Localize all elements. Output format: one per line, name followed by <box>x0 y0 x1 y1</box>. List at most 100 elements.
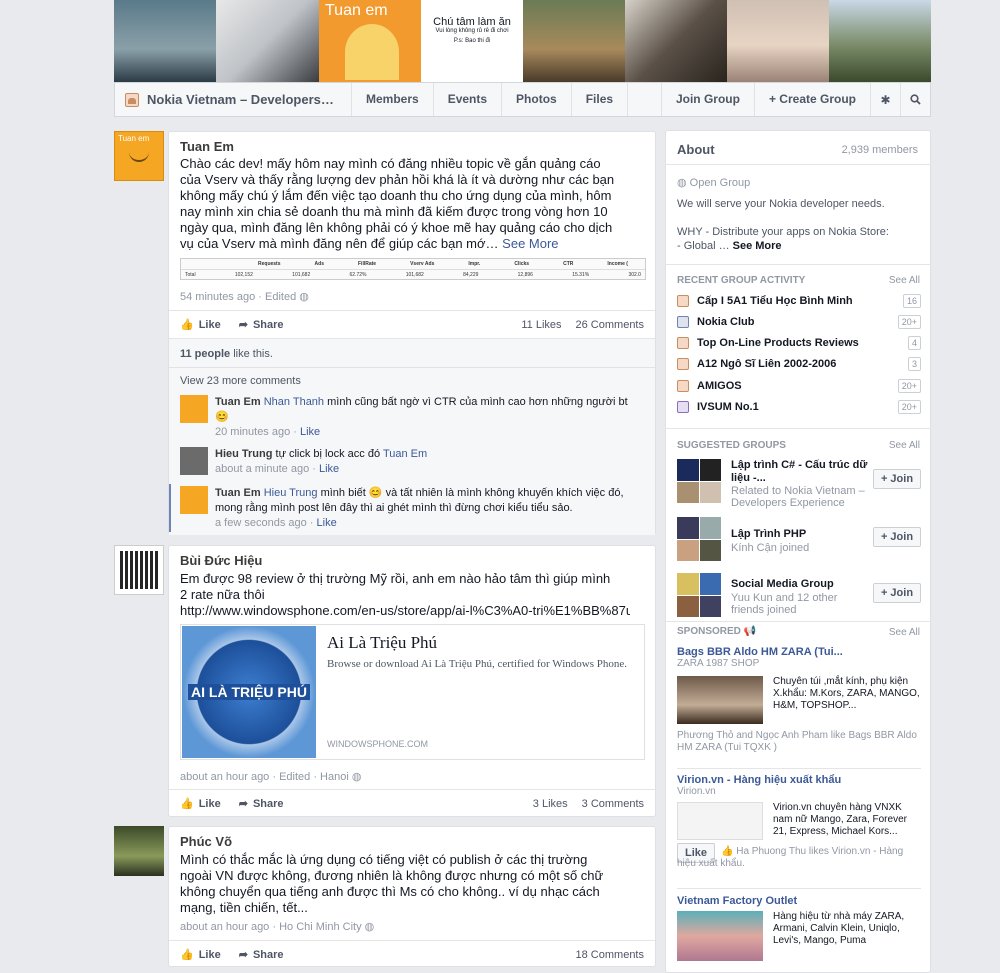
gear-icon[interactable]: ✱ <box>870 83 900 116</box>
view-more-comments[interactable]: View 23 more comments <box>180 375 301 387</box>
member-count[interactable]: 2,939 members <box>842 144 918 156</box>
comment-avatar[interactable] <box>180 447 208 475</box>
post-author[interactable]: Phúc Võ <box>180 834 232 849</box>
comment-author[interactable]: Tuan Em <box>215 396 261 408</box>
avatar[interactable] <box>114 545 164 595</box>
see-all-link[interactable]: See All <box>889 627 920 638</box>
likes-count[interactable]: 3 Likes <box>533 798 568 810</box>
comment-like[interactable]: Like <box>319 463 339 475</box>
comment-avatar[interactable] <box>180 395 208 423</box>
table-header-cell: FillRate <box>358 261 377 267</box>
sponsored-ad[interactable]: Bags BBR Aldo HM ZARA (Tui... ZARA 1987 … <box>677 646 921 753</box>
post-link[interactable]: http://www.windowsphone.com/en-us/store/… <box>180 603 630 619</box>
group-thumbnails[interactable] <box>677 459 721 503</box>
people-like-count[interactable]: 11 people <box>180 348 230 360</box>
comment-author[interactable]: Tuan Em <box>215 487 261 499</box>
like-button[interactable]: 👍 Like <box>180 797 221 811</box>
table-cell: 15.31% <box>572 272 590 278</box>
group-nav-bar: Nokia Vietnam – Developers… Members Even… <box>114 82 931 117</box>
comment: Hieu Trung tự click bị lock acc đó Tuan … <box>180 447 640 477</box>
activity-count-badge: 3 <box>907 357 921 371</box>
comment-time[interactable]: about a minute ago <box>215 463 309 475</box>
sponsored-ad[interactable]: Virion.vn - Hàng hiệu xuất khẩu Virion.v… <box>677 774 921 869</box>
link-preview[interactable]: AI LÀ TRIỆU PHÚ Ai Là Triệu Phú Browse o… <box>180 624 645 760</box>
share-label: Share <box>252 318 284 331</box>
group-thumbnails[interactable] <box>677 573 721 617</box>
recent-group-item[interactable]: IVSUM No.1 20+ <box>677 397 921 417</box>
comments-count[interactable]: 18 Comments <box>576 949 644 961</box>
like-button[interactable]: 👍 Like <box>180 948 221 962</box>
ad-title[interactable]: Virion.vn - Hàng hiệu xuất khẩu <box>677 774 921 786</box>
preview-title[interactable]: Ai Là Triệu Phú <box>327 633 437 653</box>
cover-caption: P.s: Bao thi đi <box>453 38 491 44</box>
like-button[interactable]: 👍 Like <box>180 318 221 332</box>
post-author[interactable]: Bùi Đức Hiệu <box>180 553 262 568</box>
likes-count[interactable]: 11 Likes <box>521 319 561 331</box>
post-author[interactable]: Tuan Em <box>180 139 234 154</box>
ad-image[interactable] <box>677 802 763 840</box>
suggested-group-name[interactable]: Lập Trình PHP <box>731 528 871 541</box>
tab-members[interactable]: Members <box>351 83 433 116</box>
see-more-link[interactable]: See More <box>502 236 558 251</box>
sponsored-ad[interactable]: Vietnam Factory Outlet Hàng hiệu từ nhà … <box>677 895 921 961</box>
avatar[interactable] <box>114 826 164 876</box>
comment-author[interactable]: Hieu Trung <box>215 448 272 460</box>
recent-group-item[interactable]: A12 Ngô Sĩ Liên 2002-2006 3 <box>677 354 921 374</box>
recent-group-item[interactable]: Nokia Club 20+ <box>677 312 921 332</box>
group-title[interactable]: Nokia Vietnam – Developers… <box>115 92 351 107</box>
comment-like[interactable]: Like <box>300 426 320 438</box>
post-card: Tuan Em Chào các dev! mấy hôm nay mình c… <box>168 131 656 535</box>
comments-count[interactable]: 26 Comments <box>576 319 644 331</box>
see-more-link[interactable]: See More <box>733 240 782 252</box>
comment-tag[interactable]: Tuan Em <box>383 448 427 460</box>
avatar[interactable]: Tuan em <box>114 131 164 181</box>
join-button[interactable]: + Join <box>873 469 921 489</box>
people-like-text: like this. <box>230 348 273 360</box>
table-cell: 302.0 <box>628 272 641 278</box>
recent-group-item[interactable]: Top On-Line Products Reviews 4 <box>677 333 921 353</box>
comments-section: 11 people like this. View 23 more commen… <box>169 338 655 535</box>
suggested-group-name[interactable]: Lập trình C# - Cấu trúc dữ liệu -... <box>731 459 871 485</box>
comment-tag[interactable]: Hieu Trung <box>264 487 318 499</box>
join-button[interactable]: + Join <box>873 583 921 603</box>
stats-table-row: Total 102,152 101,682 62.72% 101,682 84,229 12… <box>181 269 645 280</box>
stats-table-image[interactable]: Requests Ads FillRate Vserv Ads Impr. Clicks C… <box>180 258 646 280</box>
table-header-cell: Impr. <box>468 261 481 267</box>
comment-avatar[interactable] <box>180 486 208 514</box>
suggested-group-name[interactable]: Social Media Group <box>731 578 871 591</box>
share-button[interactable]: ➦ Share <box>239 797 284 811</box>
comment-like[interactable]: Like <box>317 517 337 529</box>
table-cell: 101,682 <box>405 272 424 278</box>
join-group-button[interactable]: Join Group <box>660 83 754 116</box>
recent-group-item[interactable]: AMIGOS 20+ <box>677 376 921 396</box>
post-timestamp[interactable]: 54 minutes ago · Edited <box>180 291 296 303</box>
tab-photos[interactable]: Photos <box>501 83 571 116</box>
see-all-link[interactable]: See All <box>889 275 920 286</box>
tab-events[interactable]: Events <box>432 83 501 116</box>
ad-title[interactable]: Bags BBR Aldo HM ZARA (Tui... <box>677 646 921 658</box>
ad-title[interactable]: Vietnam Factory Outlet <box>677 895 921 907</box>
group-thumbnails[interactable] <box>677 517 721 561</box>
ad-image[interactable] <box>677 911 763 961</box>
comment-time[interactable]: a few seconds ago <box>215 517 307 529</box>
ad-image[interactable] <box>677 676 763 724</box>
post-meta: about an hour ago · Edited · Hanoi ◍ <box>180 770 361 783</box>
share-button[interactable]: ➦ Share <box>239 318 284 332</box>
search-icon[interactable] <box>900 83 930 116</box>
tab-files[interactable]: Files <box>570 83 629 116</box>
post-timestamp[interactable]: about an hour ago · Edited · Hanoi <box>180 771 349 783</box>
section-heading: RECENT GROUP ACTIVITY <box>677 275 806 286</box>
see-all-link[interactable]: See All <box>889 440 920 451</box>
create-group-button[interactable]: + Create Group <box>753 83 870 116</box>
cover-photo-strip[interactable]: Tuan em Chú tâm làm ăn Vui lòng không rủ… <box>114 0 931 82</box>
recent-group-item[interactable]: Cấp I 5A1 Tiểu Học Bình Minh 16 <box>677 291 921 311</box>
comment-time[interactable]: 20 minutes ago <box>215 426 290 438</box>
join-button[interactable]: + Join <box>873 527 921 547</box>
comments-count[interactable]: 3 Comments <box>582 798 644 810</box>
ad-social-text: Ha Phuong Thu likes Virion.vn - Hàng hiệ… <box>677 846 904 869</box>
share-button[interactable]: ➦ Share <box>239 948 284 962</box>
comment-tag[interactable]: Nhan Thanh <box>264 396 324 408</box>
post-timestamp[interactable]: about an hour ago · Ho Chi Minh City <box>180 921 362 933</box>
group-name[interactable]: Nokia Vietnam – Developers… <box>147 92 334 107</box>
comment: Tuan Em Hieu Trung mình biết 😊 và tất nh… <box>180 486 640 531</box>
